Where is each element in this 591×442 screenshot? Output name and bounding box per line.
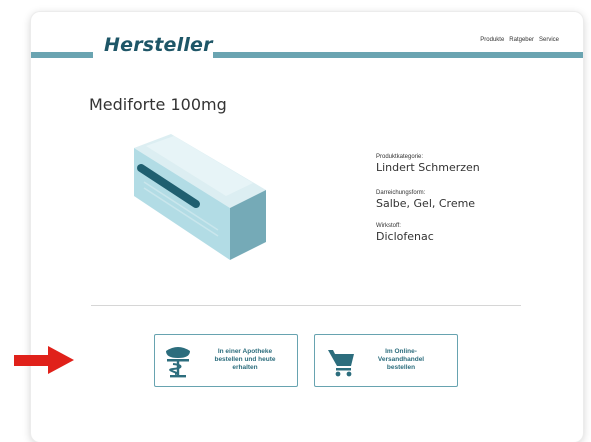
brand-logo[interactable]: Hersteller <box>104 34 213 56</box>
attribute-dosage-form-value: Salbe, Gel, Creme <box>376 197 476 210</box>
attribute-category-value: Lindert Schmerzen <box>376 161 480 174</box>
header-band-left <box>31 52 93 58</box>
attribute-dosage-form-label: Darreichungsform: <box>376 190 426 196</box>
attribute-dosage-form: Darreichungsform: Salbe, Gel, Creme <box>376 190 475 210</box>
main-nav: Produkte Ratgeber Service <box>480 37 559 43</box>
attribute-active-ingredient: Wirkstoff: Diclofenac <box>376 223 434 243</box>
attribute-active-ingredient-label: Wirkstoff: <box>376 223 401 229</box>
header-band-right <box>213 52 583 58</box>
medicine-box-illustration <box>134 134 266 260</box>
nav-item-service[interactable]: Service <box>539 37 559 43</box>
pharmacy-order-button[interactable]: In einer Apotheke bestellen und heute er… <box>154 334 298 387</box>
online-order-label: Im Online- Versandhandel bestellen <box>377 348 425 371</box>
nav-item-produkte[interactable]: Produkte <box>480 37 504 43</box>
pharmacy-order-label: In einer Apotheke bestellen und heute er… <box>214 348 276 371</box>
product-page-card: Hersteller Produkte Ratgeber Service Med… <box>31 12 583 442</box>
section-divider <box>91 305 521 306</box>
product-pack-image <box>126 130 276 269</box>
pharmacy-icon <box>163 344 193 382</box>
online-order-button[interactable]: Im Online- Versandhandel bestellen <box>314 334 458 387</box>
product-title: Mediforte 100mg <box>89 95 227 114</box>
attribute-active-ingredient-value: Diclofenac <box>376 230 434 243</box>
attribute-category-label: Produktkategorie: <box>376 154 424 160</box>
highlight-arrow-icon <box>14 346 76 378</box>
shopping-cart-icon <box>328 348 356 382</box>
attribute-category: Produktkategorie: Lindert Schmerzen <box>376 154 480 174</box>
nav-item-ratgeber[interactable]: Ratgeber <box>509 37 534 43</box>
